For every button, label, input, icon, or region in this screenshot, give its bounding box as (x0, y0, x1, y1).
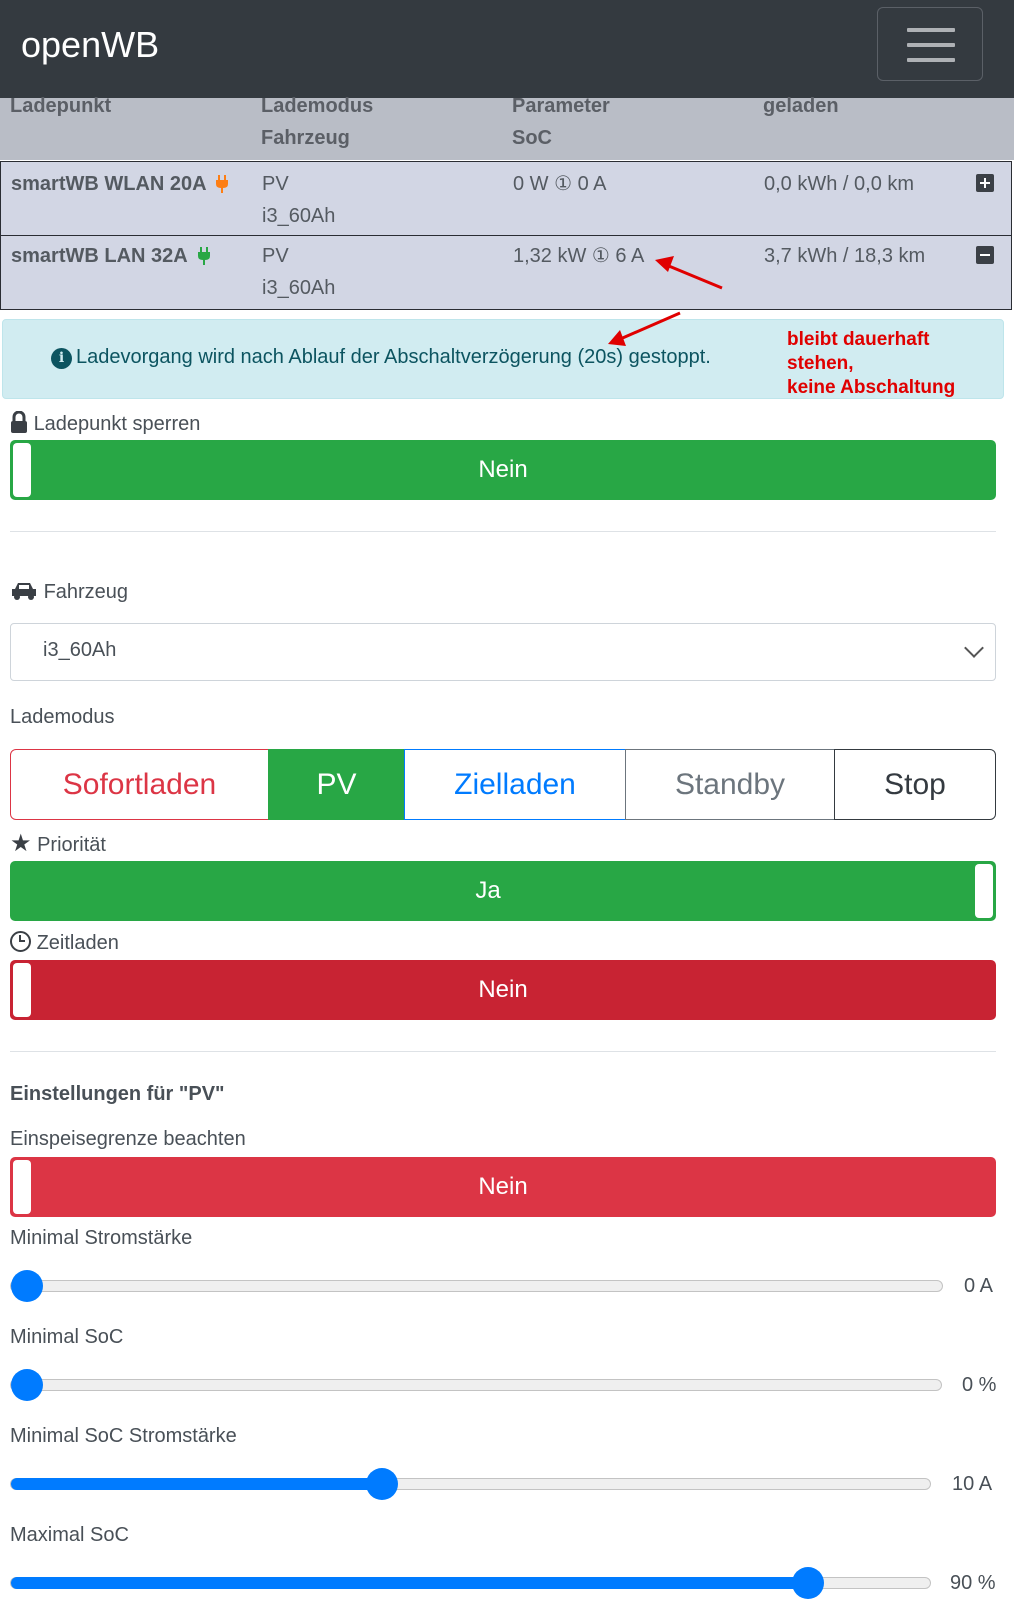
toggle-knob (13, 1160, 31, 1214)
charge-mode-label: Lademodus (10, 706, 115, 728)
slider-label: Minimal Stromstärke (10, 1227, 193, 1249)
slider-thumb[interactable] (791, 1567, 824, 1599)
feed-limit-toggle[interactable]: Nein (10, 1157, 996, 1217)
mode-sofortladen-button[interactable]: Sofortladen (10, 749, 269, 820)
toggle-knob (13, 963, 31, 1017)
slider-thumb[interactable] (11, 1270, 43, 1302)
mode-stop-button[interactable]: Stop (834, 749, 996, 820)
vehicle-select[interactable]: i3_60Ah (10, 623, 996, 681)
mode-pv-button[interactable]: PV (268, 749, 405, 820)
mode-standby-button[interactable]: Standby (625, 749, 835, 820)
lock-toggle[interactable]: Nein (10, 440, 996, 500)
feed-limit-label: Einspeisegrenze beachten (10, 1128, 246, 1150)
clock-icon (10, 931, 31, 952)
slider-label: Minimal SoC (10, 1326, 124, 1348)
vehicle-label: Fahrzeug (10, 581, 128, 604)
min-soc-slider[interactable] (10, 1369, 942, 1401)
slider-fill (11, 1478, 382, 1490)
slider-value: 10 A (952, 1473, 993, 1495)
annotation-note: bleibt dauerhaft stehen, keine Abschaltu… (787, 329, 956, 398)
slider-fill (11, 1577, 808, 1589)
star-icon: ★ (10, 830, 32, 857)
toggle-knob (13, 443, 31, 497)
mode-zielladen-button[interactable]: Zielladen (404, 749, 626, 820)
divider (10, 1051, 996, 1052)
priority-label: ★ Priorität (10, 830, 106, 857)
min-soc-current-slider[interactable] (10, 1468, 931, 1500)
slider-value: 0 % (962, 1374, 997, 1396)
slider-value: 0 A (964, 1275, 993, 1297)
lock-icon (11, 410, 27, 433)
priority-toggle[interactable]: Ja (10, 861, 996, 921)
chevron-down-icon (964, 638, 984, 658)
slider-thumb[interactable] (11, 1369, 43, 1401)
max-soc-slider[interactable] (10, 1567, 931, 1599)
pv-settings-heading: Einstellungen für "PV" (10, 1083, 225, 1105)
vehicle-select-value: i3_60Ah (43, 639, 117, 661)
lock-label: Ladepunkt sperren (10, 410, 200, 436)
min-current-slider[interactable] (10, 1270, 943, 1302)
slider-thumb[interactable] (365, 1468, 398, 1500)
toggle-knob (975, 864, 993, 918)
timed-toggle[interactable]: Nein (10, 960, 996, 1020)
timed-label: Zeitladen (10, 931, 119, 955)
divider (10, 531, 996, 532)
slider-label: Maximal SoC (10, 1524, 129, 1546)
slider-label: Minimal SoC Stromstärke (10, 1425, 237, 1447)
car-icon (12, 583, 36, 600)
